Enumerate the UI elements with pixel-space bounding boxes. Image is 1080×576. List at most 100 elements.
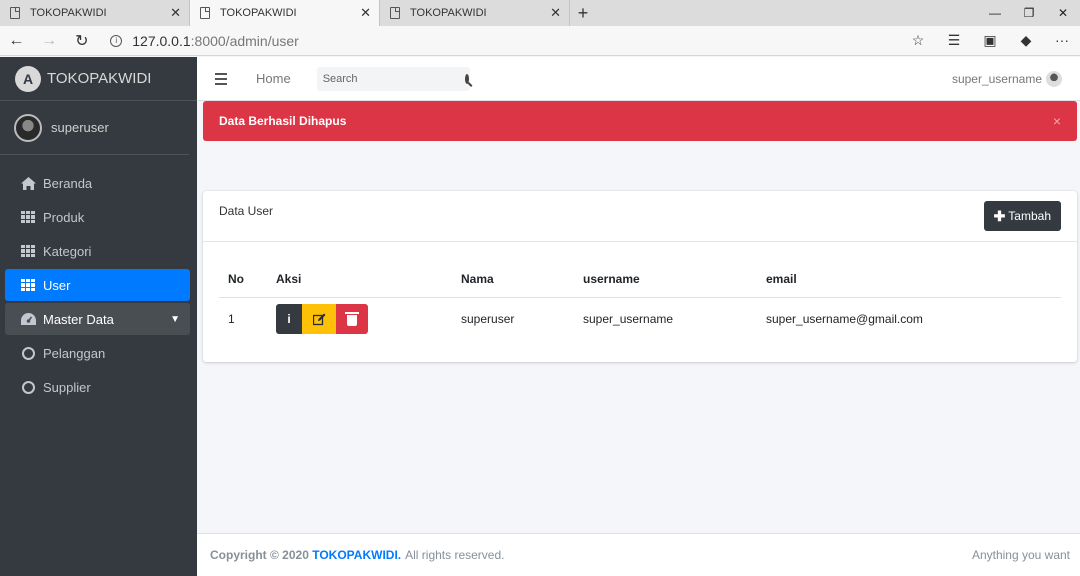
close-icon[interactable]: ✕ — [360, 5, 371, 21]
footer-brand-link[interactable]: TOKOPAKWIDI. — [312, 548, 401, 562]
avatar — [14, 113, 42, 142]
column-header-no: No — [219, 261, 276, 298]
circle-icon — [20, 346, 36, 360]
sidebar-menu: Beranda Produk Kategori User Master Data… — [0, 155, 197, 403]
home-icon — [20, 176, 36, 190]
brand-text: TOKOPAKWIDI — [47, 70, 152, 87]
browser-tab[interactable]: TOKOPAKWIDI ✕ — [0, 0, 190, 26]
user-table: No Aksi Nama username email 1 i superuse… — [219, 261, 1061, 341]
dashboard-icon — [20, 313, 36, 325]
sidebar-item-produk[interactable]: Produk — [5, 201, 190, 233]
edit-button[interactable] — [302, 304, 336, 335]
browser-toolbar: ☆ ☰ ▣ ◆ ··· — [900, 32, 1080, 49]
close-icon[interactable]: ✕ — [170, 5, 181, 21]
alert-message: Data Berhasil Dihapus — [219, 114, 347, 128]
url-text: 127.0.0.1:8000/admin/user — [132, 32, 299, 49]
page-icon — [200, 7, 210, 19]
sidebar-item-label: Master Data — [43, 311, 114, 327]
browser-tab[interactable]: TOKOPAKWIDI ✕ — [380, 0, 570, 26]
grid-icon — [20, 211, 36, 223]
action-button-group: i — [276, 304, 461, 335]
window-close-button[interactable]: ✕ — [1046, 0, 1080, 26]
chevron-down-icon: ▼ — [170, 313, 180, 325]
url-field[interactable]: i 127.0.0.1:8000/admin/user — [110, 30, 900, 52]
sidebar-item-label: Supplier — [43, 379, 91, 395]
search-icon[interactable] — [464, 73, 469, 84]
new-tab-button[interactable]: + — [570, 0, 596, 26]
grid-icon — [20, 279, 36, 291]
sidebar-item-master-data[interactable]: Master Data ▼ — [5, 303, 190, 335]
window-controls: — ❐ ✕ — [978, 0, 1080, 26]
extension-icon[interactable]: ◆ — [1008, 32, 1044, 49]
forward-button[interactable]: → — [33, 26, 66, 56]
back-button[interactable]: ← — [0, 26, 33, 56]
tab-title: TOKOPAKWIDI — [410, 7, 487, 19]
plus-icon: ✚ — [993, 207, 1006, 224]
tab-title: TOKOPAKWIDI — [220, 7, 297, 19]
favorite-star-icon[interactable]: ☆ — [900, 32, 936, 49]
delete-button[interactable] — [336, 304, 368, 335]
column-header-email: email — [766, 261, 1061, 298]
footer: Copyright © 2020 TOKOPAKWIDI. All rights… — [197, 533, 1080, 576]
page-icon — [10, 7, 20, 19]
address-bar: ← → ↻ i 127.0.0.1:8000/admin/user ☆ ☰ ▣ … — [0, 26, 1080, 56]
card-header: Data User ✚ Tambah — [203, 191, 1077, 242]
collections-icon[interactable]: ▣ — [972, 32, 1008, 49]
sidebar-item-pelanggan[interactable]: Pelanggan — [5, 337, 190, 369]
user-name: superuser — [51, 120, 109, 135]
add-user-button[interactable]: ✚ Tambah — [983, 201, 1061, 231]
info-icon[interactable]: i — [110, 34, 123, 47]
sidebar-item-label: Pelanggan — [43, 345, 106, 361]
refresh-button[interactable]: ↻ — [66, 26, 99, 56]
info-icon: i — [287, 312, 291, 327]
sidebar-item-beranda[interactable]: Beranda — [5, 167, 190, 199]
minimize-button[interactable]: — — [978, 0, 1012, 26]
nav-username: super_username — [951, 71, 1042, 86]
cell-email: super_username@gmail.com — [766, 312, 923, 327]
search-input[interactable] — [322, 72, 465, 85]
page-icon — [390, 7, 400, 19]
menu-toggle-icon[interactable] — [215, 72, 227, 85]
browser-tab-bar: TOKOPAKWIDI ✕ TOKOPAKWIDI ✕ TOKOPAKWIDI … — [0, 0, 1080, 26]
grid-icon — [20, 245, 36, 257]
footer-rights: All rights reserved. — [405, 548, 505, 562]
footer-tagline: Anything you want — [971, 548, 1070, 562]
circle-icon — [20, 380, 36, 394]
close-icon[interactable]: × — [1053, 113, 1061, 129]
column-header-aksi: Aksi — [276, 261, 461, 298]
sidebar-item-kategori[interactable]: Kategori — [5, 235, 190, 267]
cell-no: 1 — [228, 312, 235, 327]
restore-button[interactable]: ❐ — [1012, 0, 1046, 26]
brand-link[interactable]: A TOKOPAKWIDI — [0, 57, 197, 101]
brand-logo-icon: A — [15, 65, 41, 92]
add-button-label: Tambah — [1008, 209, 1051, 223]
success-alert: Data Berhasil Dihapus × — [203, 101, 1077, 141]
trash-icon — [345, 311, 359, 326]
sidebar-item-label: Kategori — [43, 243, 92, 259]
nav-user-menu[interactable]: super_username — [951, 70, 1062, 87]
avatar — [1046, 70, 1062, 87]
card-title: Data User — [219, 203, 274, 218]
browser-tab-active[interactable]: TOKOPAKWIDI ✕ — [190, 0, 380, 26]
home-link[interactable]: Home — [256, 71, 291, 86]
close-icon[interactable]: ✕ — [550, 5, 561, 21]
data-user-card: Data User ✚ Tambah No Aksi Nama username… — [203, 191, 1077, 362]
footer-copyright: Copyright © 2020 — [210, 548, 309, 562]
tab-title: TOKOPAKWIDI — [30, 7, 107, 19]
sidebar-item-user[interactable]: User — [5, 269, 190, 301]
sidebar: A TOKOPAKWIDI superuser Beranda Produk K… — [0, 57, 197, 576]
sidebar-item-label: Beranda — [43, 175, 93, 191]
top-navbar: Home super_username — [197, 57, 1080, 101]
detail-button[interactable]: i — [276, 304, 302, 335]
favorites-list-icon[interactable]: ☰ — [936, 32, 972, 49]
sidebar-item-supplier[interactable]: Supplier — [5, 371, 190, 403]
search-box — [316, 66, 470, 91]
cell-username: super_username — [583, 312, 674, 327]
user-panel[interactable]: superuser — [0, 101, 189, 155]
table-row: 1 i superuser super_username super_usern… — [219, 297, 1061, 341]
cell-nama: superuser — [461, 312, 515, 327]
sidebar-item-label: Produk — [43, 209, 85, 225]
more-menu-icon[interactable]: ··· — [1044, 32, 1080, 49]
column-header-username: username — [583, 261, 766, 298]
sidebar-item-label: User — [43, 277, 71, 293]
